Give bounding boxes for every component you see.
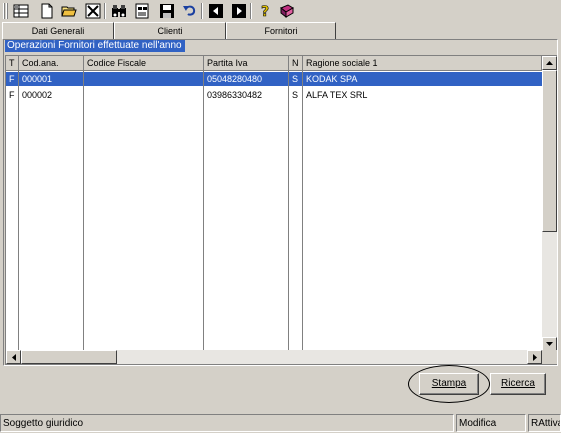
column-divider [83, 71, 84, 352]
column-divider [203, 71, 204, 352]
fornitori-grid[interactable]: T Cod.ana. Codice Fiscale Partita Iva N … [5, 55, 557, 365]
tab-dati-generali[interactable]: Dati Generali [2, 22, 114, 39]
cell-t: F [6, 72, 18, 86]
arrow-down-icon [546, 342, 553, 346]
table-row[interactable]: F 000002 03986330482 S ALFA TEX SRL [6, 88, 542, 102]
column-header-partita-iva[interactable]: Partita Iva [204, 56, 289, 71]
delete-icon[interactable] [84, 2, 102, 20]
arrow-left-icon [11, 353, 16, 361]
column-header-codice-fiscale[interactable]: Codice Fiscale [84, 56, 204, 71]
scroll-right-button[interactable] [527, 350, 542, 364]
status-subject-type: Soggetto giuridico [0, 414, 454, 432]
stampa-button-label: Stampa [431, 378, 467, 389]
column-header-cod-ana[interactable]: Cod.ana. [19, 56, 84, 71]
toolbar: ? [0, 0, 561, 22]
exit-icon[interactable] [278, 2, 296, 20]
binoculars-icon[interactable] [110, 2, 128, 20]
tab-strip: Dati Generali Clienti Fornitori [0, 22, 561, 39]
horizontal-scroll-thumb[interactable] [21, 350, 117, 364]
previous-icon[interactable] [207, 2, 225, 20]
cell-codice-fiscale [84, 88, 203, 102]
toolbar-separator [201, 3, 203, 19]
cell-cod-ana: 000001 [19, 72, 83, 86]
cell-cod-ana: 000002 [22, 90, 53, 100]
toolbar-separator [250, 3, 252, 19]
print-preview-icon[interactable] [133, 2, 151, 20]
status-state: RAttiva [528, 414, 561, 432]
horizontal-scrollbar[interactable] [6, 350, 542, 364]
save-icon[interactable] [158, 2, 176, 20]
tab-clienti[interactable]: Clienti [114, 22, 226, 39]
toolbar-grip [3, 3, 5, 19]
ricerca-button[interactable]: Ricerca [490, 373, 546, 395]
help-icon[interactable]: ? [256, 2, 274, 20]
column-header-n[interactable]: N [289, 56, 303, 71]
cell-t: F [9, 90, 15, 100]
group-title: Operazioni Fornitori effettuate nell'ann… [5, 40, 185, 52]
cell-ragione-sociale: KODAK SPA [303, 72, 542, 86]
toolbar-grip [6, 3, 8, 19]
cell-codice-fiscale [84, 72, 203, 86]
new-document-icon[interactable] [38, 2, 56, 20]
undo-icon[interactable] [181, 2, 199, 20]
next-icon[interactable] [230, 2, 248, 20]
svg-text:?: ? [261, 4, 269, 19]
arrow-right-icon [532, 353, 537, 361]
column-divider [18, 71, 19, 352]
column-header-ragione-sociale[interactable]: Ragione sociale 1 [303, 56, 542, 71]
open-folder-icon[interactable] [60, 2, 78, 20]
arrow-up-icon [546, 61, 553, 65]
column-header-t[interactable]: T [6, 56, 19, 71]
column-divider [302, 71, 303, 352]
stampa-button[interactable]: Stampa [419, 373, 479, 395]
table-row[interactable]: F 000001 05048280480 S KODAK SPA [6, 72, 542, 86]
vertical-scroll-thumb[interactable] [542, 70, 557, 232]
ricerca-button-label: Ricerca [501, 378, 535, 389]
status-mode: Modifica [456, 414, 526, 432]
scroll-down-button[interactable] [542, 337, 557, 351]
toolbar-separator [104, 3, 106, 19]
cell-n: S [292, 90, 299, 100]
cell-n: S [289, 72, 302, 86]
tab-fornitori[interactable]: Fornitori [226, 22, 336, 39]
column-divider [288, 71, 289, 352]
grid-header: T Cod.ana. Codice Fiscale Partita Iva N … [6, 56, 542, 71]
status-bar: Soggetto giuridico Modifica RAttiva [0, 412, 561, 433]
scrollbar-corner [542, 350, 557, 364]
cell-ragione-sociale: ALFA TEX SRL [306, 90, 368, 100]
cell-partita-iva: 03986330482 [207, 90, 263, 100]
scroll-up-button[interactable] [542, 56, 557, 70]
cell-partita-iva: 05048280480 [204, 72, 288, 86]
vertical-scrollbar[interactable] [542, 56, 557, 351]
scroll-left-button[interactable] [6, 350, 21, 364]
grid-icon[interactable] [12, 2, 30, 20]
